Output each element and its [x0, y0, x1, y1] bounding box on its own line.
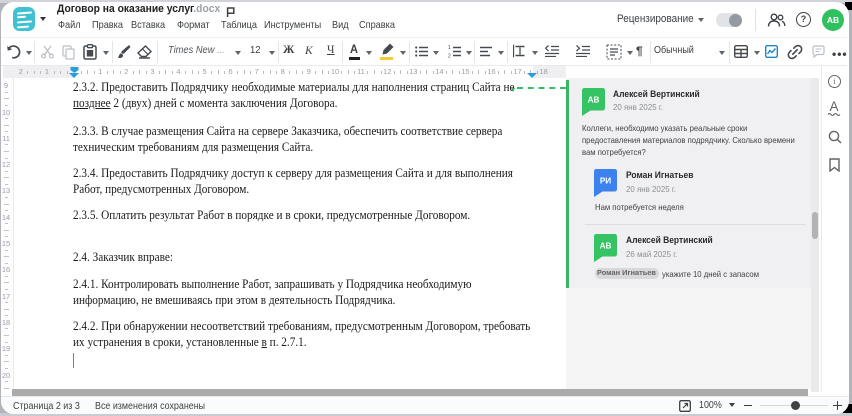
svg-text:АВ: АВ	[588, 96, 600, 105]
svg-text:АВ: АВ	[600, 242, 612, 251]
svg-text:РИ: РИ	[600, 177, 611, 186]
svg-text:2: 2	[448, 54, 451, 59]
svg-text:1: 1	[448, 45, 451, 51]
svg-text:А: А	[829, 100, 838, 114]
